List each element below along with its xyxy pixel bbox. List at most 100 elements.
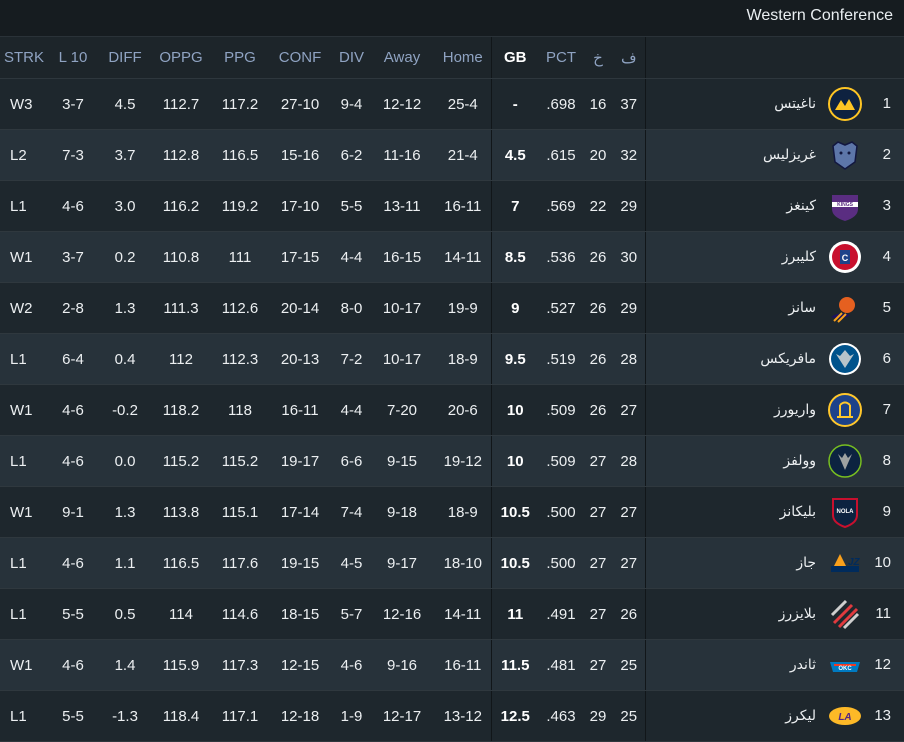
cell-gb: 12.5 [490,690,539,742]
grizzlies-logo[interactable] [826,136,864,174]
cell-away: 7-20 [369,384,435,436]
team-cell[interactable]: 10 JZ جاز [644,537,904,589]
cell-div: 7-4 [334,486,369,538]
team-cell[interactable]: 1 ناغيتس [644,78,904,130]
warriors-logo[interactable] [826,391,864,429]
team-name[interactable]: مافريكس [760,350,816,367]
table-row[interactable]: L1 4-6 1.1 116.5 117.6 19-15 4-5 9-17 18-10 10.5.… [0,537,904,589]
team-cell[interactable]: 5 سانز [644,282,904,334]
cell-strk: L1 [0,435,44,487]
cell-diff: 4.5 [102,78,148,130]
team-cell[interactable]: 9 NOLA بليكانز [644,486,904,538]
cell-away: 13-11 [369,180,435,232]
col-header-pct[interactable]: PCT [539,37,583,79]
thunder-logo[interactable]: OKC [826,646,864,684]
cell-l10: 9-1 [44,486,102,538]
cell-ppg: 117.3 [214,639,266,691]
table-row[interactable]: L1 4-6 3.0 116.2 119.2 17-10 5-5 13-11 16-11 7.56… [0,180,904,232]
cell-l10: 5-5 [44,588,102,640]
cell-l10: 4-6 [44,537,102,589]
col-header-losses[interactable]: خ [583,37,613,79]
cell-div: 6-6 [334,435,369,487]
col-header-div[interactable]: DIV [334,37,369,79]
col-header-strk[interactable]: STRK [0,37,44,79]
col-header-diff[interactable]: DIFF [102,37,148,79]
cell-strk: L1 [0,180,44,232]
team-cell[interactable]: 12 OKC ثاندر [644,639,904,691]
cell-div: 6-2 [334,129,369,181]
cell-gb: 8.5 [490,231,539,283]
mavericks-logo[interactable] [826,340,864,378]
cell-pct: .509 [539,435,583,487]
team-rank: 6 [882,350,891,367]
team-name[interactable]: كليبرز [782,248,816,265]
cell-l10: 4-6 [44,639,102,691]
timberwolves-logo[interactable] [826,442,864,480]
table-row[interactable]: W3 3-7 4.5 112.7 117.2 27-10 9-4 12-12 25-4- .698… [0,78,904,130]
col-header-ppg[interactable]: PPG [214,37,266,79]
table-row[interactable]: W1 3-7 0.2 110.8 111 17-15 4-4 16-15 14-11 8.5.53… [0,231,904,283]
jazz-logo[interactable]: JZ [826,544,864,582]
team-name[interactable]: غريزليس [763,146,816,163]
team-cell[interactable]: 2 غريزليس [644,129,904,181]
team-name[interactable]: سانز [788,299,816,316]
cell-oppg: 113.8 [148,486,214,538]
team-name[interactable]: وولفز [783,452,816,469]
col-header-l10[interactable]: L 10 [44,37,102,79]
cell-ppg: 117.6 [214,537,266,589]
svg-text:JZ: JZ [848,557,861,568]
col-header-gb[interactable]: GB [490,37,539,79]
team-cell[interactable]: 4 C كليبرز [644,231,904,283]
table-row[interactable]: L1 6-4 0.4 112 112.3 20-13 7-2 10-17 18-9 9.5.519… [0,333,904,385]
cell-diff: 3.0 [102,180,148,232]
cell-strk: W1 [0,384,44,436]
table-row[interactable]: L1 5-5 -1.3 118.4 117.1 12-18 1-9 12-17 13-12 12.… [0,690,904,742]
lakers-logo[interactable]: LA [826,697,864,735]
team-cell[interactable]: 11 بلايزرز [644,588,904,640]
team-name[interactable]: ناغيتس [774,95,816,112]
team-name[interactable]: جاز [796,554,816,571]
team-cell[interactable]: 8 وولفز [644,435,904,487]
cell-losses: 29 [583,690,613,742]
table-row[interactable]: L2 7-3 3.7 112.8 116.5 15-16 6-2 11-16 21-4 4.5.6… [0,129,904,181]
table-row[interactable]: W2 2-8 1.3 111.3 112.6 20-14 8-0 10-17 19-9 9.527… [0,282,904,334]
cell-home: 16-11 [435,180,491,232]
table-row[interactable]: W1 4-6 -0.2 118.2 118 16-11 4-4 7-20 20-6 10.509 2… [0,384,904,436]
cell-oppg: 115.2 [148,435,214,487]
table-row[interactable]: L1 4-6 0.0 115.2 115.2 19-17 6-6 9-15 19-12 10.50… [0,435,904,487]
team-name[interactable]: ثاندر [790,656,816,673]
col-header-wins[interactable]: ف [613,37,645,79]
cell-diff: 0.5 [102,588,148,640]
conference-title: Western Conference [746,7,893,24]
nuggets-logo[interactable] [826,85,864,123]
cell-strk: L1 [0,333,44,385]
team-name[interactable]: بليكانز [780,503,816,520]
kings-logo[interactable]: KINGS [826,187,864,225]
cell-diff: 1.4 [102,639,148,691]
col-header-away[interactable]: Away [369,37,435,79]
pelicans-logo[interactable]: NOLA [826,493,864,531]
team-cell[interactable]: 7 واريورز [644,384,904,436]
cell-conf: 16-11 [266,384,334,436]
col-header-oppg[interactable]: OPPG [148,37,214,79]
team-cell[interactable]: 6 مافريكس [644,333,904,385]
cell-div: 8-0 [334,282,369,334]
suns-logo[interactable] [826,289,864,327]
table-row[interactable]: L1 5-5 0.5 114 114.6 18-15 5-7 12-16 14-11 11.491… [0,588,904,640]
cell-wins: 28 [613,333,645,385]
cell-oppg: 114 [148,588,214,640]
team-name[interactable]: ليكرز [785,707,816,724]
team-name[interactable]: كينغز [786,197,816,214]
cell-ppg: 115.2 [214,435,266,487]
team-cell[interactable]: 13 LA ليكرز [644,690,904,742]
clippers-logo[interactable]: C [826,238,864,276]
team-name[interactable]: بلايزرز [779,605,816,622]
cell-wins: 28 [613,435,645,487]
team-name[interactable]: واريورز [774,401,816,418]
col-header-home[interactable]: Home [435,37,491,79]
table-row[interactable]: W1 4-6 1.4 115.9 117.3 12-15 4-6 9-16 16-11 11.5.… [0,639,904,691]
blazers-logo[interactable] [826,595,864,633]
table-row[interactable]: W1 9-1 1.3 113.8 115.1 17-14 7-4 9-18 18-9 10.5.5… [0,486,904,538]
col-header-conf[interactable]: CONF [266,37,334,79]
team-cell[interactable]: 3 KINGS كينغز [644,180,904,232]
